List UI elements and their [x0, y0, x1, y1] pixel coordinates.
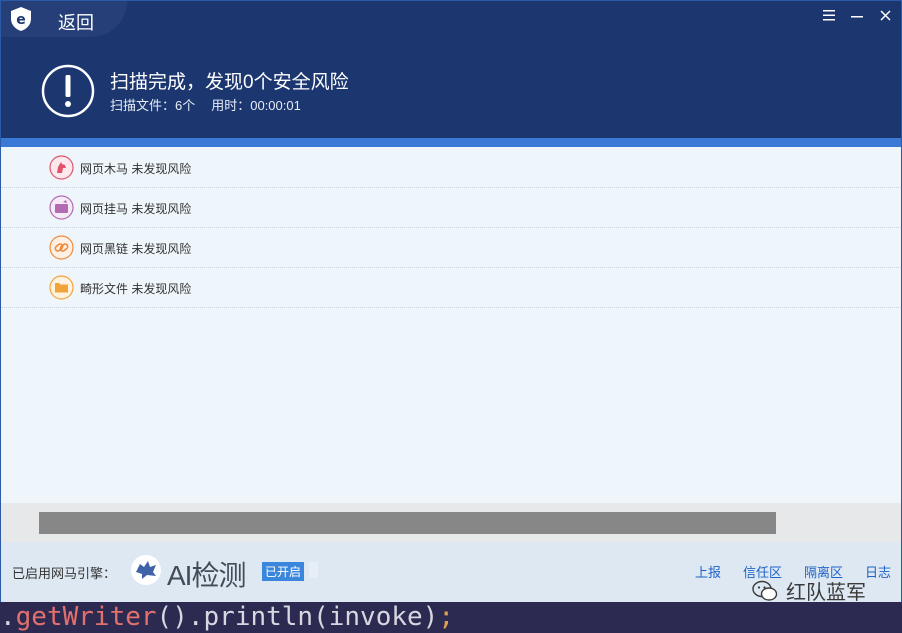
list-item-label: 网页木马 未发现风险	[80, 162, 192, 176]
code-function: getWriter	[15, 602, 157, 632]
list-item: 网页挂马 未发现风险	[1, 188, 901, 228]
files-scanned: 扫描文件：6个	[110, 98, 196, 113]
result-header: e 返回 扫描完成，发现0个安全风险 扫描文件：6个 用时：00:00:01	[1, 1, 901, 138]
list-item: 畸形文件 未发现风险	[1, 268, 901, 308]
engine-label: 已启用网马引擎：	[12, 566, 117, 581]
time-used: 用时：00:00:01	[211, 98, 301, 113]
ai-detection-label: AI检测	[167, 560, 246, 591]
log-link[interactable]: 日志	[865, 562, 891, 581]
code-snippet: .getWriter().println(invoke);	[0, 602, 902, 633]
back-tab[interactable]: e 返回	[1, 1, 127, 37]
status-badge[interactable]: 已开启	[262, 562, 305, 581]
watermark-text: 红队蓝军	[786, 582, 866, 604]
list-item-label: 网页黑链 未发现风险	[80, 242, 192, 256]
badge-tail	[309, 562, 318, 578]
list-item: 网页木马 未发现风险	[1, 148, 901, 188]
svg-text:e: e	[16, 12, 26, 28]
alert-circle-icon	[41, 64, 95, 118]
menu-icon[interactable]	[819, 7, 839, 23]
minimize-icon[interactable]	[847, 7, 867, 23]
list-item: 网页黑链 未发现风险	[1, 228, 901, 268]
progress-strip	[1, 138, 901, 147]
status-bar	[39, 512, 776, 534]
malformed-file-icon	[49, 275, 74, 300]
code-semicolon: ;	[438, 602, 454, 632]
black-link-icon	[49, 235, 74, 260]
watermark: 红队蓝军	[752, 576, 866, 605]
code-rest: ().println(invoke)	[156, 602, 439, 632]
wechat-icon	[752, 580, 778, 601]
list-item-label: 网页挂马 未发现风险	[80, 202, 192, 216]
ai-engine-logo-icon	[131, 555, 161, 585]
trojan-icon	[49, 155, 74, 180]
status-band	[1, 503, 901, 542]
shield-logo-icon: e	[11, 7, 31, 31]
list-item-label: 畸形文件 未发现风险	[80, 282, 192, 296]
report-link[interactable]: 上报	[695, 562, 721, 581]
code-dot: .	[0, 602, 16, 632]
scanner-window: e 返回 扫描完成，发现0个安全风险 扫描文件：6个 用时：00:00:01 网…	[0, 0, 902, 603]
window-controls	[819, 7, 895, 23]
result-stats: 扫描文件：6个 用时：00:00:01	[110, 95, 317, 114]
result-title: 扫描完成，发现0个安全风险	[110, 72, 349, 93]
back-label[interactable]: 返回	[58, 9, 94, 35]
hanging-horse-icon	[49, 195, 74, 220]
close-icon[interactable]	[875, 7, 895, 23]
scan-results-list: 网页木马 未发现风险 网页挂马 未发现风险 网页黑链 未发现风险 畸形文件 未发…	[1, 148, 901, 308]
